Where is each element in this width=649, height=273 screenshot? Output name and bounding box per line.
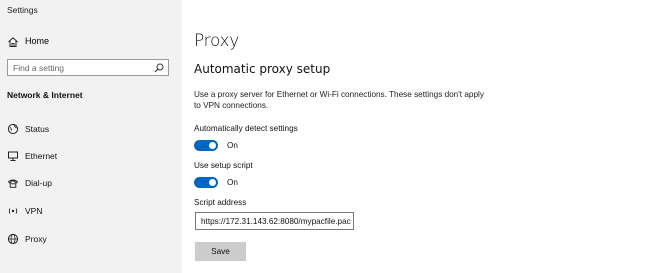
auto-detect-toggle[interactable]: [194, 140, 218, 151]
sidebar-item-label: Home: [25, 36, 50, 46]
script-address-label: Script address: [194, 198, 247, 207]
sidebar-item-proxy[interactable]: Proxy: [0, 229, 182, 249]
dial-up-phone-icon: [7, 179, 19, 188]
setup-script-label: Use setup script: [194, 161, 253, 170]
sidebar: Settings Home Network & Internet Status …: [0, 0, 182, 273]
vpn-icon: [8, 208, 18, 214]
section-heading: Network & Internet: [7, 90, 83, 100]
sidebar-item-label: Proxy: [25, 234, 47, 244]
page-title: Proxy: [194, 31, 240, 51]
script-address-input[interactable]: [195, 212, 354, 230]
setup-script-state: On: [227, 178, 238, 187]
sidebar-item-dial-up[interactable]: Dial-up: [0, 173, 182, 193]
save-button[interactable]: Save: [195, 242, 246, 261]
sidebar-item-home[interactable]: Home: [0, 32, 182, 52]
sidebar-item-label: Status: [25, 124, 50, 134]
search-icon[interactable]: [154, 63, 164, 73]
globe-status-icon: [7, 123, 19, 135]
sidebar-item-status[interactable]: Status: [0, 119, 182, 139]
globe-proxy-icon: [7, 233, 19, 245]
sidebar-item-vpn[interactable]: VPN: [0, 201, 182, 221]
toggle-knob: [209, 142, 216, 149]
setup-script-toggle[interactable]: [194, 177, 218, 188]
auto-detect-label: Automatically detect settings: [194, 124, 298, 133]
search-box: [7, 59, 169, 76]
auto-detect-state: On: [227, 141, 238, 150]
main-content: Proxy Automatic proxy setup Use a proxy …: [182, 0, 649, 273]
sidebar-item-label: Dial-up: [25, 178, 52, 188]
section-title: Automatic proxy setup: [194, 62, 331, 76]
ethernet-monitor-icon: [8, 151, 18, 161]
description-text: Use a proxy server for Ethernet or Wi-Fi…: [194, 90, 484, 110]
sidebar-item-ethernet[interactable]: Ethernet: [0, 146, 182, 166]
home-icon: [8, 37, 18, 47]
toggle-knob: [209, 179, 216, 186]
window-title: Settings: [7, 5, 38, 15]
sidebar-item-label: Ethernet: [25, 151, 58, 161]
search-input[interactable]: [8, 60, 153, 75]
sidebar-item-label: VPN: [25, 206, 43, 216]
